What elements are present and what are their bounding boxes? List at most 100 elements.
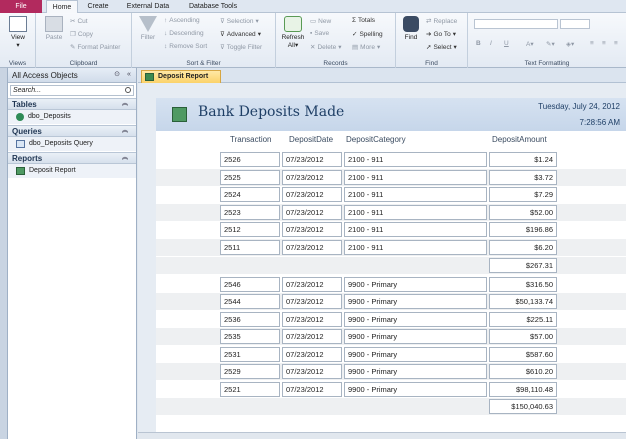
highlight-button[interactable]: ✎▾ (546, 40, 555, 48)
cell-depositamount: $225.11 (489, 311, 557, 327)
replace-icon: ⇄ (426, 18, 432, 25)
horizontal-scrollbar[interactable] (138, 432, 626, 439)
cell-depositcategory: 9900 - Primary (344, 346, 487, 362)
column-header-depositdate: DepositDate (289, 135, 334, 144)
copy-label: Copy (77, 30, 94, 38)
section-tables-label: Tables (12, 100, 37, 109)
tab-external-data[interactable]: External Data (120, 0, 176, 13)
group-total-amount: $267.31 (489, 258, 557, 273)
more-button[interactable]: ▤ More ▾ (352, 43, 380, 52)
delete-record-button[interactable]: ✕ Delete ▾ (310, 43, 342, 52)
find-group: Find ⇄ Replace ➔ Go To ▾ ➚ Select ▾ Find (396, 13, 468, 68)
tab-database-tools[interactable]: Database Tools (182, 0, 244, 13)
section-queries[interactable]: Queries ︽ (8, 125, 136, 137)
advanced-label: Advanced (226, 30, 256, 38)
align-right-button[interactable]: ≡ (614, 40, 618, 47)
cell-depositamount: $50,133.74 (489, 294, 557, 309)
sort-filter-group-label: Sort & Filter (186, 60, 221, 67)
cell-depositcategory: 2100 - 911 (344, 239, 487, 255)
selection-icon: ⊽ (220, 18, 225, 25)
italic-button[interactable]: I (490, 40, 492, 47)
totals-button[interactable]: Σ Totals (352, 17, 375, 24)
cell-depositdate: 07/23/2012 (282, 187, 342, 202)
cell-transaction: 2546 (220, 276, 280, 292)
cell-depositdate: 07/23/2012 (282, 294, 342, 309)
select-button[interactable]: ➚ Select ▾ (426, 43, 457, 52)
report-date: Tuesday, July 24, 2012 (538, 102, 620, 111)
table-row: 2535 07/23/2012 9900 - Primary $57.00 (156, 328, 626, 345)
nav-item-dbo-deposits-query[interactable]: dbo_Deposits Query (8, 137, 136, 151)
section-reports-label: Reports (12, 154, 43, 163)
spelling-button[interactable]: ✓ Spelling (352, 30, 383, 39)
cell-depositcategory: 9900 - Primary (344, 311, 487, 327)
section-tables[interactable]: Tables ︽ (8, 98, 136, 110)
paste-button[interactable]: Paste (42, 16, 66, 42)
cell-depositamount: $7.29 (489, 187, 557, 202)
cell-depositamount: $3.72 (489, 169, 557, 185)
nav-item-dbo-deposits[interactable]: dbo_Deposits (8, 110, 136, 124)
nav-menu-icon[interactable]: ⊙ (112, 70, 122, 80)
query-icon (16, 140, 25, 148)
align-left-icon: ≡ (590, 40, 594, 47)
ascending-label: Ascending (169, 17, 200, 24)
tab-file[interactable]: File (0, 0, 42, 13)
save-record-button[interactable]: ▪ Save (310, 30, 329, 37)
text-formatting-group-label: Text Formatting (524, 60, 570, 67)
refresh-all-button[interactable]: Refresh All▾ (280, 16, 306, 50)
underline-button[interactable]: U (504, 40, 509, 47)
highlight-icon: ✎▾ (546, 41, 555, 48)
cell-transaction: 2526 (220, 152, 280, 167)
report-icon (145, 73, 154, 81)
nav-item-deposit-report[interactable]: Deposit Report (8, 164, 136, 178)
italic-label: I (490, 40, 492, 47)
nav-header[interactable]: All Access Objects ⊙ « (8, 68, 136, 83)
advanced-button[interactable]: ⊽ Advanced ▾ (220, 30, 261, 39)
remove-sort-button[interactable]: ↕ Remove Sort (164, 43, 207, 50)
dropdown-icon: ▾ (453, 44, 457, 51)
collapse-pane-icon[interactable]: « (124, 70, 134, 80)
column-header-depositcategory: DepositCategory (346, 135, 406, 144)
find-button[interactable]: Find (400, 16, 422, 42)
replace-label: Replace (433, 17, 458, 25)
shutter-bar[interactable] (0, 68, 8, 439)
align-center-button[interactable]: ≡ (602, 40, 606, 47)
report-page: Bank Deposits Made Tuesday, July 24, 201… (156, 98, 626, 432)
toggle-filter-label: Toggle Filter (226, 43, 263, 51)
bold-button[interactable]: B (476, 40, 481, 47)
toggle-filter-button[interactable]: ⊽ Toggle Filter (220, 43, 263, 52)
tab-home[interactable]: Home (46, 0, 78, 14)
cell-depositcategory: 2100 - 911 (344, 187, 487, 202)
font-size-combo[interactable] (560, 19, 590, 29)
sort-ascending-icon: ↑ (164, 17, 168, 24)
goto-button[interactable]: ➔ Go To ▾ (426, 30, 456, 39)
format-painter-button[interactable]: ✎ Format Painter (70, 43, 120, 52)
font-color-button[interactable]: A▾ (526, 40, 534, 48)
table-row: 2511 07/23/2012 2100 - 911 $6.20 (156, 238, 626, 256)
copy-button[interactable]: ❐ Copy (70, 30, 94, 39)
table-row: 2524 07/23/2012 2100 - 911 $7.29 (156, 186, 626, 203)
save-record-label: Save (314, 30, 330, 37)
new-record-button[interactable]: ▭ New (310, 17, 331, 26)
nav-search-input[interactable]: Search... (10, 85, 134, 96)
descending-button[interactable]: ↓ Descending (164, 30, 204, 37)
fill-color-button[interactable]: ◈▾ (566, 40, 574, 48)
font-name-combo[interactable] (474, 19, 558, 29)
section-reports[interactable]: Reports ︽ (8, 152, 136, 164)
report-canvas[interactable]: Bank Deposits Made Tuesday, July 24, 201… (138, 83, 626, 432)
replace-button[interactable]: ⇄ Replace (426, 17, 458, 26)
ascending-button[interactable]: ↑ Ascending (164, 17, 200, 24)
view-button[interactable]: View ▾ (6, 16, 30, 50)
tab-create[interactable]: Create (82, 0, 114, 13)
doc-tab-label: Deposit Report (158, 73, 209, 80)
refresh-label: Refresh (281, 34, 305, 41)
records-group-label: Records (323, 60, 348, 67)
cut-button[interactable]: ✂ Cut (70, 17, 88, 26)
view-label: View (11, 34, 25, 41)
selection-button[interactable]: ⊽ Selection ▾ (220, 17, 259, 26)
tab-deposit-report[interactable]: Deposit Report (141, 70, 221, 83)
dropdown-icon: ▾ (452, 31, 456, 38)
more-label: More (360, 43, 375, 51)
filter-button[interactable]: Filter (136, 16, 160, 42)
views-group-label: Views (8, 60, 27, 67)
align-left-button[interactable]: ≡ (590, 40, 594, 47)
